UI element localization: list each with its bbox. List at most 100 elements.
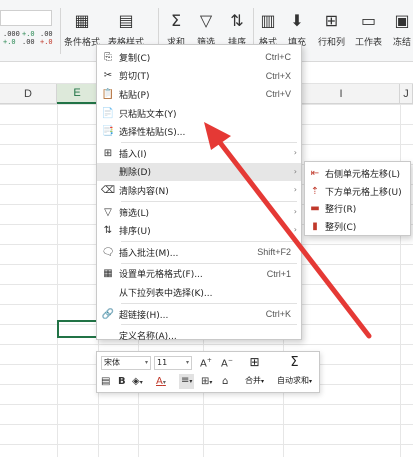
filter-button[interactable]: ▽ 筛选 <box>196 10 216 49</box>
menu-item-delete[interactable]: 删除(D) › <box>97 162 301 182</box>
row-icon: ▬ <box>310 203 320 215</box>
menu-label: 设置单元格格式(F)... <box>119 270 203 281</box>
menu-item-paste-special[interactable]: 📑 选择性粘贴(S)... <box>97 122 301 141</box>
menu-shortcut: Ctrl+1 <box>266 268 291 279</box>
mini-toolbar: 宋体 ▾ 11 ▾ A+ A− ▤ B ◈▾ A▾ ≡▾ ⊞▾ ⌂ ⊞ 合并▾ … <box>96 351 320 393</box>
format-icon: ▥ <box>260 10 276 30</box>
menu-item-clear-contents[interactable]: ⌫ 清除内容(N) › <box>97 181 301 200</box>
menu-item-cut[interactable]: ✂ 剪切(T) Ctrl+X <box>97 67 301 86</box>
menu-label: 插入(I) <box>119 149 147 160</box>
submenu-label: 右侧单元格左移(L) <box>325 170 401 181</box>
shift-left-icon: ⇤ <box>310 168 320 180</box>
menu-item-paste[interactable]: 📋 粘贴(P) Ctrl+V <box>97 85 301 104</box>
sort-button[interactable]: ⇅ 排序 <box>227 10 247 49</box>
menu-separator <box>121 262 297 264</box>
selected-cell[interactable] <box>57 320 98 338</box>
menu-separator <box>121 200 297 202</box>
menu-shortcut: Ctrl+C <box>265 52 291 63</box>
worksheet-button[interactable]: ▭ 工作表 <box>355 10 382 49</box>
sort-icon: ⇅ <box>230 10 244 30</box>
menu-separator <box>121 302 297 304</box>
submenu-label: 整行(R) <box>325 205 357 216</box>
format-cells-icon: ▦ <box>103 268 113 280</box>
column-header-e[interactable]: E <box>57 84 98 104</box>
sum-icon: Σ <box>170 10 182 30</box>
font-name-select[interactable]: 宋体 ▾ <box>101 356 151 370</box>
menu-item-insert[interactable]: ⊞ 插入(I) › <box>97 144 301 163</box>
chevron-right-icon: › <box>293 147 297 157</box>
submenu-item-entire-column[interactable]: ▮ 整列(C) <box>305 218 410 236</box>
menu-item-format-cells[interactable]: ▦ 设置单元格格式(F)... Ctrl+1 <box>97 265 301 284</box>
decrease-decimal-icon[interactable]: .00 +.0 <box>40 30 53 46</box>
fill-color-icon[interactable]: ◈▾ <box>132 376 143 389</box>
column-icon: ▮ <box>312 220 318 232</box>
grid-line <box>400 104 401 457</box>
font-size-select[interactable]: 11 ▾ <box>154 356 192 370</box>
sum-icon: Σ <box>290 355 299 370</box>
menu-item-filter[interactable]: ▽ 筛选(L) › <box>97 203 301 222</box>
menu-separator <box>121 141 297 143</box>
increase-decimal-icon[interactable]: .000 +.0 <box>3 30 20 46</box>
menu-item-hyperlink[interactable]: 🔗 超链接(H)... Ctrl+K <box>97 305 301 324</box>
submenu-item-entire-row[interactable]: ▬ 整行(R) <box>305 200 410 218</box>
insert-icon: ⊞ <box>103 147 113 159</box>
eraser-icon: ⌫ <box>100 184 116 196</box>
menu-item-define-name[interactable]: 定义名称(A)... <box>97 326 301 345</box>
worksheet-icon: ▭ <box>360 10 377 30</box>
merge-label: 合并 <box>245 376 261 385</box>
menu-shortcut: Ctrl+V <box>265 89 291 100</box>
filter-icon: ▽ <box>199 10 213 30</box>
conditional-format-button[interactable]: ▦ 条件格式 <box>64 10 101 49</box>
conditional-format-icon: ▦ <box>74 10 90 30</box>
scissors-icon: ✂ <box>103 70 113 82</box>
ribbon-separator <box>60 8 61 54</box>
menu-label: 剪切(T) <box>119 72 150 83</box>
autosum-button[interactable]: Σ 自动求和▾ <box>277 355 312 386</box>
menu-label: 定义名称(A)... <box>119 332 177 343</box>
menu-item-sort[interactable]: ⇅ 排序(U) › <box>97 221 301 240</box>
fill-button[interactable]: ⬇ 填充 <box>287 10 307 49</box>
clipboard-icon: 📋 <box>101 88 115 100</box>
submenu-item-shift-cells-left[interactable]: ⇤ 右侧单元格左移(L) <box>305 165 410 183</box>
ribbon-font-box[interactable] <box>0 10 52 26</box>
menu-label: 插入批注(M)... <box>119 248 179 259</box>
menu-label: 粘贴(P) <box>119 90 150 101</box>
menu-item-paste-text-only[interactable]: 📄 只粘贴文本(Y) <box>97 104 301 123</box>
sum-button[interactable]: Σ 求和 <box>166 10 186 49</box>
menu-label: 排序(U) <box>119 227 151 238</box>
menu-item-pick-from-dropdown[interactable]: 从下拉列表中选择(K)... <box>97 283 301 302</box>
copy-icon: ⎘ <box>104 51 112 63</box>
increase-font-icon[interactable]: A+ <box>200 355 212 370</box>
chevron-down-icon: ▾ <box>144 359 148 366</box>
menu-label: 从下拉列表中选择(K)... <box>119 288 213 299</box>
font-color-icon[interactable]: A▾ <box>156 376 166 389</box>
decrease-font-icon[interactable]: A− <box>221 355 233 370</box>
menu-item-insert-comment[interactable]: 🗨 插入批注(M)... Shift+F2 <box>97 243 301 262</box>
row-col-button[interactable]: ⊞ 行和列 <box>318 10 345 49</box>
merge-button[interactable]: ⊞ 合并▾ <box>245 355 264 386</box>
context-menu: ⎘ 复制(C) Ctrl+C ✂ 剪切(T) Ctrl+X 📋 粘贴(P) Ct… <box>96 44 302 342</box>
submenu-item-shift-cells-up[interactable]: ⇡ 下方单元格上移(U) <box>305 183 410 201</box>
format-painter-icon[interactable]: ▤ <box>101 376 110 388</box>
menu-shortcut: Ctrl+X <box>265 70 291 81</box>
conditional-format-label: 条件格式 <box>64 38 101 48</box>
column-header-d[interactable]: D <box>0 84 57 104</box>
borders-icon[interactable]: ⊞▾ <box>201 376 212 389</box>
freeze-button[interactable]: ▣ 冻结 <box>392 10 412 49</box>
freeze-icon: ▣ <box>394 10 410 30</box>
table-style-button[interactable]: ▤ 表格样式 <box>108 10 144 49</box>
merge-center-icon[interactable]: ⌂ <box>222 376 228 388</box>
menu-label: 选择性粘贴(S)... <box>119 128 186 139</box>
chevron-right-icon: › <box>293 166 297 176</box>
font-size-value: 11 <box>157 358 168 367</box>
freeze-label: 冻结 <box>392 38 411 48</box>
paste-text-icon: 📄 <box>101 107 115 119</box>
format-button[interactable]: ▥ 格式 <box>258 10 278 49</box>
menu-label: 只粘贴文本(Y) <box>119 109 177 120</box>
column-header-j[interactable]: J <box>400 84 413 104</box>
bold-icon[interactable]: B <box>118 376 126 388</box>
decimal-plus-icon[interactable]: +.0 .00 <box>22 30 35 46</box>
link-icon: 🔗 <box>101 308 115 320</box>
align-center-icon[interactable]: ≡▾ <box>179 374 195 389</box>
menu-item-copy[interactable]: ⎘ 复制(C) Ctrl+C <box>97 48 301 67</box>
